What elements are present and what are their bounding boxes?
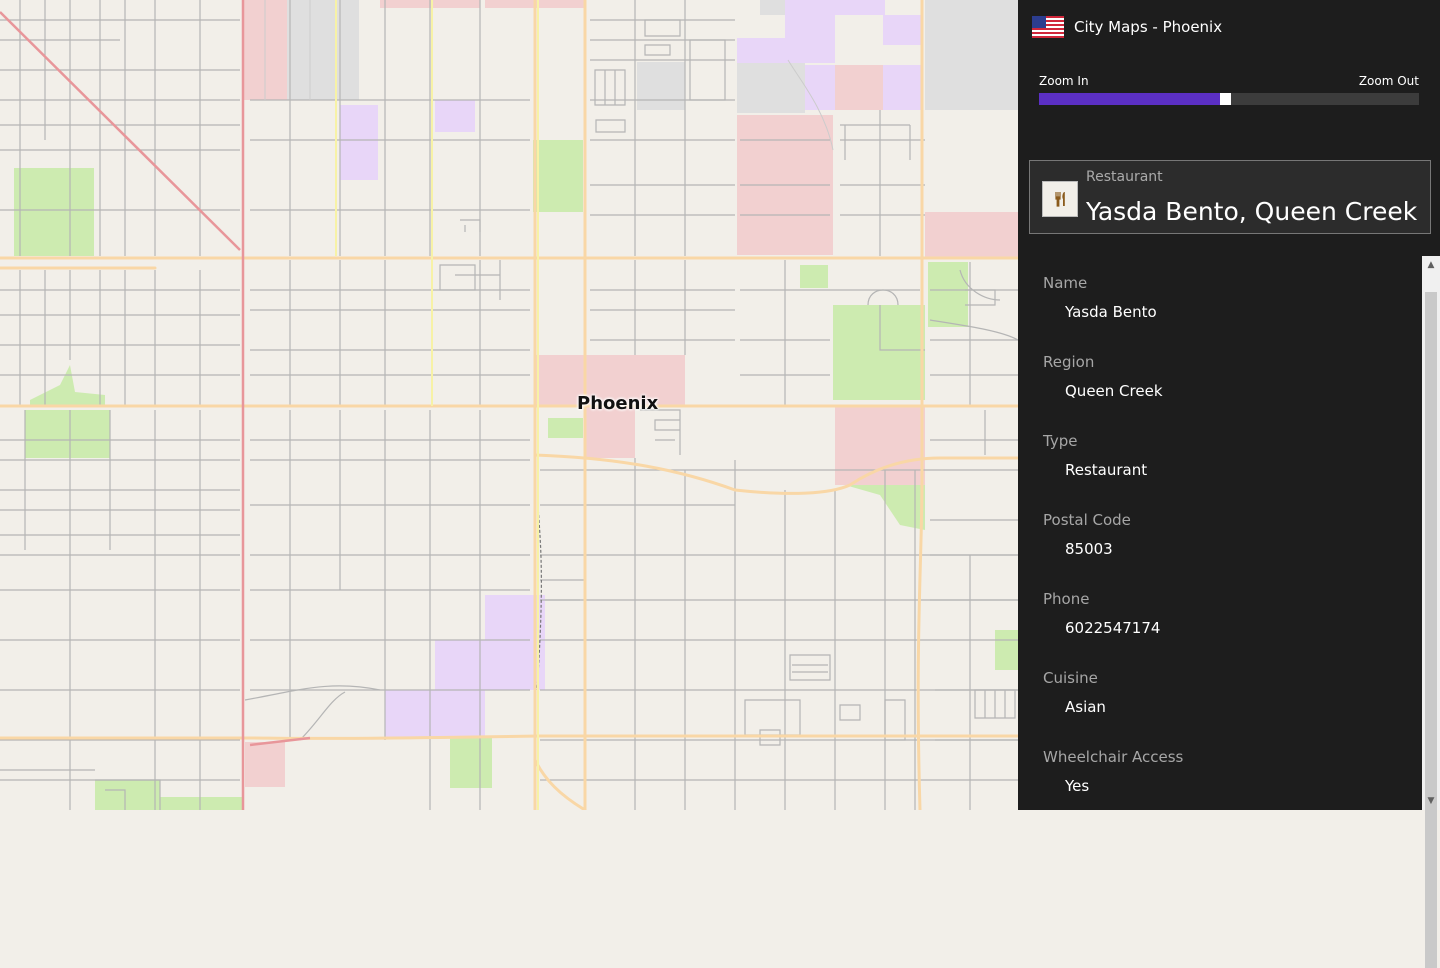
place-name: Yasda Bento, Queen Creek (1086, 197, 1418, 226)
scroll-up-icon[interactable]: ▲ (1422, 256, 1440, 274)
detail-value: Queen Creek (1065, 382, 1163, 400)
detail-value: Restaurant (1065, 461, 1148, 479)
restaurant-icon (1042, 181, 1078, 217)
zoom-in-label: Zoom In (1039, 74, 1089, 88)
detail-label: Cuisine (1043, 669, 1098, 687)
details-scrollbar[interactable]: ▲ ▼ (1422, 256, 1440, 968)
detail-value: Yasda Bento (1065, 303, 1157, 321)
detail-field: Region Queen Creek (1043, 335, 1422, 414)
detail-field: Name Yasda Bento (1043, 256, 1422, 335)
detail-label: Region (1043, 353, 1095, 371)
city-label: Phoenix (577, 393, 659, 414)
map-canvas[interactable] (0, 0, 1018, 810)
us-flag-icon (1032, 16, 1064, 38)
zoom-slider-fill (1039, 93, 1226, 105)
detail-field: Cuisine Asian (1043, 651, 1422, 730)
zoom-labels: Zoom In Zoom Out (1039, 74, 1419, 88)
detail-value: Asian (1065, 698, 1106, 716)
scroll-down-icon[interactable]: ▼ (1422, 792, 1440, 810)
detail-label: Type (1043, 432, 1078, 450)
scrollbar-thumb[interactable] (1425, 292, 1437, 968)
selected-place-card[interactable]: Restaurant Yasda Bento, Queen Creek (1029, 160, 1431, 234)
detail-field: Postal Code 85003 (1043, 493, 1422, 572)
detail-field: Wheelchair Access Yes (1043, 730, 1422, 809)
detail-label: Postal Code (1043, 511, 1131, 529)
detail-label: Phone (1043, 590, 1090, 608)
details-list[interactable]: Name Yasda Bento Region Queen Creek Type Rest… (1018, 256, 1422, 810)
title-bar: City Maps - Phoenix (1032, 14, 1222, 40)
detail-value: Yes (1065, 777, 1090, 795)
place-category: Restaurant (1086, 169, 1163, 185)
zoom-out-label: Zoom Out (1358, 74, 1419, 88)
detail-label: Wheelchair Access (1043, 748, 1184, 766)
map-view[interactable]: Phoenix (0, 0, 1018, 810)
app-title: City Maps - Phoenix (1074, 18, 1223, 36)
zoom-slider-thumb[interactable] (1220, 93, 1232, 105)
side-panel: City Maps - Phoenix Zoom In Zoom Out Res… (1018, 0, 1440, 968)
detail-label: Name (1043, 274, 1088, 292)
detail-value: 6022547174 (1065, 619, 1161, 637)
zoom-slider[interactable] (1039, 93, 1419, 105)
detail-value: 85003 (1065, 540, 1113, 558)
detail-field: Type Restaurant (1043, 414, 1422, 493)
detail-field: Phone 6022547174 (1043, 572, 1422, 651)
